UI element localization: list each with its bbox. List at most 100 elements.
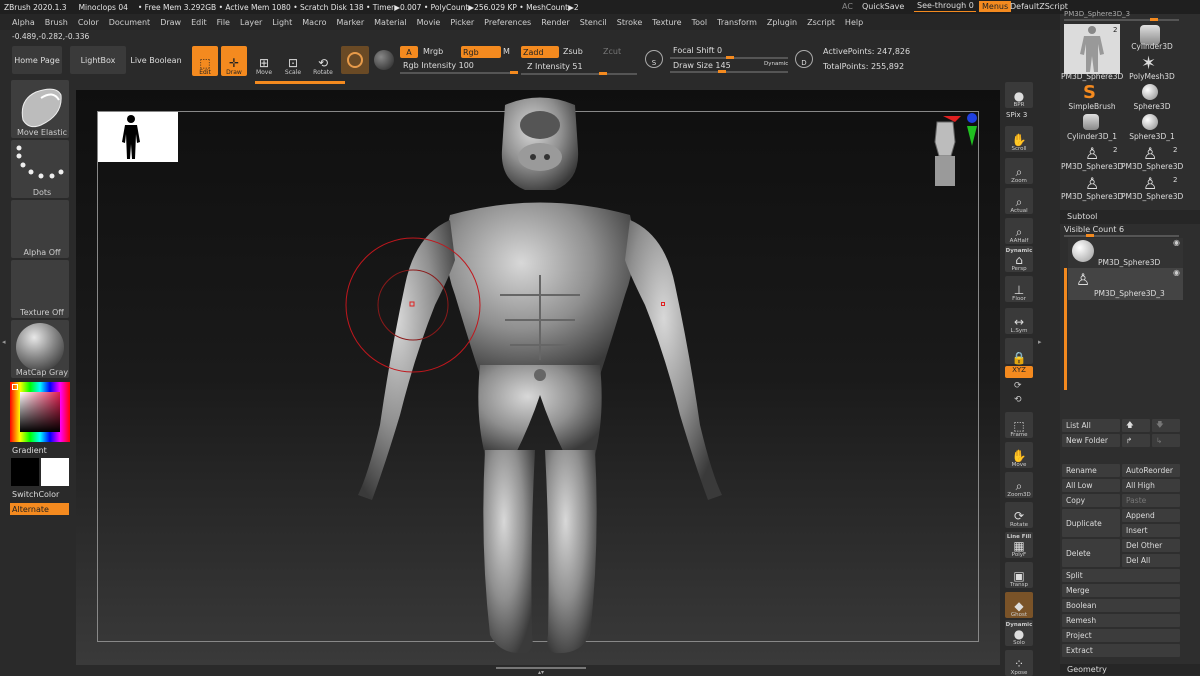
tool-thumb-label-9[interactable]: PM3D_Sphere3D [1061, 192, 1123, 201]
see-through-slider[interactable]: See-through 0 [917, 1, 974, 10]
all-low-button[interactable]: All Low [1062, 479, 1120, 492]
draw-size-slider[interactable]: Draw Size 145 [673, 61, 731, 70]
subtool-row-1[interactable]: ♙ ◉ PM3D_Sphere3D_3 [1068, 268, 1183, 300]
list-all-button[interactable]: List All [1062, 419, 1120, 432]
solo-button[interactable]: Dynamic ● Solo [1005, 620, 1033, 646]
delete-button[interactable]: Delete [1062, 539, 1120, 567]
lightbox-button[interactable]: LightBox [70, 46, 126, 74]
menu-stencil[interactable]: Stencil [580, 18, 607, 27]
menu-document[interactable]: Document [109, 18, 150, 27]
focal-shift-icon[interactable]: S [645, 50, 663, 68]
sphere3d-1-icon[interactable] [1142, 114, 1158, 130]
copy-button[interactable]: Copy [1062, 494, 1120, 507]
menu-marker[interactable]: Marker [336, 18, 364, 27]
aahalf-button[interactable]: ⌕ AAHalf [1005, 218, 1033, 244]
menu-alpha[interactable]: Alpha [12, 18, 35, 27]
floor-button[interactable]: ⊥ Floor [1005, 276, 1033, 302]
lsym-button[interactable]: ↔ L.Sym [1005, 308, 1033, 334]
zoom-button[interactable]: ⌕ Zoom [1005, 158, 1033, 184]
alternate-button[interactable]: Alternate [10, 503, 69, 515]
material-sphere-button[interactable] [374, 50, 394, 70]
menu-help[interactable]: Help [845, 18, 863, 27]
menu-draw[interactable]: Draw [160, 18, 181, 27]
subtool-header[interactable]: Subtool [1060, 210, 1200, 224]
home-page-button[interactable]: Home Page [12, 46, 62, 74]
visible-count-slider[interactable]: Visible Count 6 [1064, 225, 1124, 234]
menu-color[interactable]: Color [78, 18, 99, 27]
auto-reorder-button[interactable]: AutoReorder [1122, 464, 1180, 477]
insert-button[interactable]: Insert [1122, 524, 1180, 537]
rotate-z-icon[interactable]: ⟲ [1014, 395, 1022, 405]
rename-button[interactable]: Rename [1062, 464, 1120, 477]
bpr-button[interactable]: ● BPR [1005, 82, 1033, 108]
bottom-shelf-handle[interactable]: ▴▾ [496, 667, 586, 676]
menu-transform[interactable]: Transform [717, 18, 757, 27]
menu-render[interactable]: Render [541, 18, 569, 27]
subtool-row-0[interactable]: ◉ PM3D_Sphere3D [1068, 238, 1183, 268]
edit-button[interactable]: ⬚ Edit [192, 46, 218, 76]
scale-button[interactable]: ⊡ Scale [280, 46, 306, 76]
menu-texture[interactable]: Texture [652, 18, 681, 27]
tool-thumb-label-8[interactable]: PM3D_Sphere3D [1121, 162, 1183, 171]
gizmo-button[interactable] [341, 46, 369, 74]
menu-file[interactable]: File [217, 18, 230, 27]
simplebrush-icon[interactable]: S [1083, 82, 1096, 103]
xpose-button[interactable]: ⁘ Xpose [1005, 650, 1033, 676]
remesh-button[interactable]: Remesh [1062, 614, 1180, 627]
append-button[interactable]: Append [1122, 509, 1180, 522]
move-up-button[interactable]: 🡅 [1122, 419, 1150, 432]
menu-zscript[interactable]: Zscript [807, 18, 835, 27]
extract-button[interactable]: Extract [1062, 644, 1180, 657]
del-other-button[interactable]: Del Other [1122, 539, 1180, 552]
subtool-scrollbar[interactable] [1064, 268, 1067, 390]
del-all-button[interactable]: Del All [1122, 554, 1180, 567]
gradient-label[interactable]: Gradient [12, 446, 47, 455]
a-button[interactable]: A [400, 46, 418, 58]
subtool-1-visibility-icon[interactable]: ◉ [1173, 268, 1180, 277]
move-button[interactable]: ⊞ Move [251, 46, 277, 76]
spix-slider[interactable]: SPix 3 [1006, 111, 1027, 119]
polymesh3d-icon[interactable]: ✶ [1141, 53, 1156, 74]
focal-shift-slider[interactable]: Focal Shift 0 [673, 46, 722, 55]
duplicate-button[interactable]: Duplicate [1062, 509, 1120, 537]
menu-zplugin[interactable]: Zplugin [767, 18, 797, 27]
dynamic-toggle[interactable]: Dynamic [764, 61, 788, 67]
tool-thumb-label-3[interactable]: SimpleBrush [1064, 102, 1120, 111]
all-high-button[interactable]: All High [1122, 479, 1180, 492]
menus-button[interactable]: Menus [979, 1, 1012, 12]
color-picker[interactable] [10, 382, 70, 442]
subtool-0-visibility-icon[interactable]: ◉ [1173, 238, 1180, 247]
new-folder-button[interactable]: New Folder [1062, 434, 1120, 447]
right-collapse-handle[interactable]: ▸ [1038, 338, 1044, 352]
zadd-button[interactable]: Zadd [521, 46, 559, 58]
rotate-y-icon[interactable]: ⟳ [1014, 381, 1022, 391]
actual-button[interactable]: ⌕ Actual [1005, 188, 1033, 214]
menu-stroke[interactable]: Stroke [617, 18, 643, 27]
mrgb-button[interactable]: Mrgb [423, 47, 443, 56]
tool-thumb-label-7[interactable]: PM3D_Sphere3D [1061, 162, 1123, 171]
menu-movie[interactable]: Movie [417, 18, 441, 27]
sphere3d-icon[interactable] [1142, 84, 1158, 100]
menu-edit[interactable]: Edit [191, 18, 207, 27]
live-boolean-button[interactable]: Live Boolean [128, 46, 184, 74]
rotate-button[interactable]: ⟲ Rotate [310, 46, 336, 76]
ac-label[interactable]: AC [842, 2, 853, 11]
left-collapse-handle[interactable]: ◂ [2, 338, 8, 352]
menu-material[interactable]: Material [374, 18, 407, 27]
primary-color-swatch[interactable] [11, 458, 39, 486]
move-view-button[interactable]: ✋ Move [1005, 442, 1033, 468]
rgb-intensity-slider[interactable]: Rgb Intensity 100 [403, 61, 474, 70]
rotate-view-button[interactable]: ⟳ Rotate [1005, 502, 1033, 528]
orientation-head-gizmo[interactable] [915, 112, 981, 192]
draw-button[interactable]: ✛ Draw [221, 46, 247, 76]
menu-preferences[interactable]: Preferences [484, 18, 531, 27]
menu-macro[interactable]: Macro [302, 18, 326, 27]
folder-arrow-button[interactable]: ↱ [1122, 434, 1150, 447]
menu-tool[interactable]: Tool [692, 18, 708, 27]
z-intensity-slider[interactable]: Z Intensity 51 [527, 62, 583, 71]
active-tool-thumb[interactable] [1064, 24, 1120, 74]
rgb-button[interactable]: Rgb [461, 46, 501, 58]
default-zscript-button[interactable]: DefaultZScript [1010, 2, 1068, 11]
tool-thumb-label-1[interactable]: Cylinder3D [1124, 42, 1180, 51]
merge-button[interactable]: Merge [1062, 584, 1180, 597]
